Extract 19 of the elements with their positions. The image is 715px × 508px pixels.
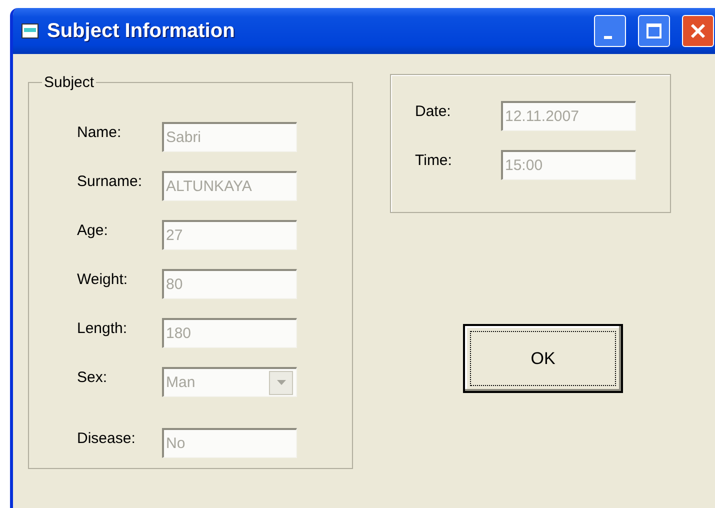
field-label: Surname: — [77, 172, 144, 190]
field-label: Name: — [77, 124, 122, 140]
close-button[interactable] — [682, 15, 714, 47]
field-label: Weight: — [77, 270, 129, 288]
window-icon — [21, 23, 39, 39]
window-title: Subject Information — [47, 20, 236, 42]
ok-button[interactable]: OK — [463, 324, 623, 393]
field-label: Disease: — [77, 430, 136, 446]
field-label: Date: — [415, 102, 452, 120]
field-label: Length: — [77, 320, 128, 336]
minimize-button[interactable] — [594, 15, 626, 47]
maximize-button[interactable] — [638, 15, 670, 47]
close-icon — [690, 23, 706, 39]
field-label: Age: — [77, 222, 109, 238]
group-title: Subject — [43, 74, 96, 91]
minimize-icon — [604, 36, 612, 38]
maximize-icon — [646, 23, 662, 39]
field-label: Sex: — [77, 368, 108, 386]
field-label: Time: — [415, 152, 453, 168]
